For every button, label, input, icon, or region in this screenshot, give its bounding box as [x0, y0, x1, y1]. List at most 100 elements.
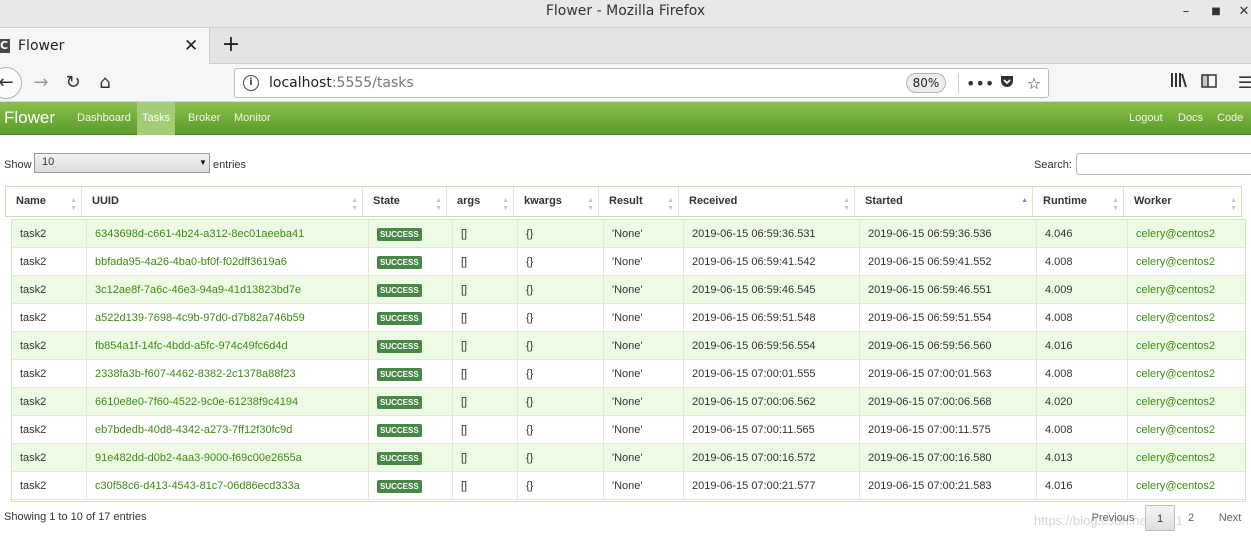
nav-tasks[interactable]: Tasks — [137, 102, 176, 135]
cell-name: task2 — [12, 388, 87, 416]
cell-worker[interactable]: celery@centos2 — [1128, 360, 1245, 388]
column-header-result[interactable]: Result ▲ ▼ — [599, 187, 679, 216]
cell-started: 2019-06-15 06:59:46.551 — [860, 276, 1037, 304]
nav-docs[interactable]: Docs — [1173, 102, 1208, 135]
cell-name: task2 — [12, 220, 87, 248]
cell-name: task2 — [12, 276, 87, 304]
cell-worker[interactable]: celery@centos2 — [1128, 220, 1245, 248]
status-badge: SUCCESS — [377, 367, 422, 381]
column-header-worker[interactable]: Worker ▲ ▼ — [1124, 187, 1241, 216]
hamburger-menu-icon[interactable]: ☰ — [1234, 72, 1251, 94]
pagination-previous[interactable]: Previous — [1088, 505, 1138, 531]
new-tab-plus-icon[interactable]: + — [220, 32, 242, 58]
cell-worker[interactable]: celery@centos2 — [1128, 248, 1245, 276]
cell-uuid[interactable]: 3c12ae8f-7a6c-46e3-94a9-41d13823bd7e — [87, 276, 369, 304]
browser-tab[interactable]: C Flower ✕ — [0, 28, 210, 64]
home-icon[interactable]: ⌂ — [92, 70, 118, 96]
cell-uuid[interactable]: 6610e8e0-7f60-4522-9c0e-61238f9c4194 — [87, 388, 369, 416]
table-info-text: Showing 1 to 10 of 17 entries — [4, 511, 147, 523]
forward-arrow-icon[interactable]: → — [28, 70, 54, 96]
cell-started: 2019-06-15 07:00:06.568 — [860, 388, 1037, 416]
column-header-state[interactable]: State ▲ ▼ — [363, 187, 447, 216]
cell-args: [] — [453, 276, 518, 304]
address-bar[interactable]: i localhost:5555/tasks 80% ••• ☆ — [234, 68, 1049, 98]
cell-uuid[interactable]: 6343698d-c661-4b24-a312-8ec01aeeba41 — [87, 220, 369, 248]
status-badge: SUCCESS — [377, 479, 422, 493]
entries-label: entries — [213, 159, 247, 171]
cell-state: SUCCESS — [369, 220, 453, 248]
pagination-next[interactable]: Next — [1212, 505, 1248, 531]
status-badge: SUCCESS — [377, 255, 422, 269]
status-badge: SUCCESS — [377, 311, 422, 325]
table-row: task2 3c12ae8f-7a6c-46e3-94a9-41d13823bd7… — [12, 276, 1245, 304]
table-row: task2 a522d139-7698-4c9b-97d0-d7b82a746b5… — [12, 304, 1245, 332]
sort-both-icon: ▲ ▼ — [351, 197, 358, 212]
nav-monitor[interactable]: Monitor — [229, 102, 276, 135]
cell-started: 2019-06-15 06:59:41.552 — [860, 248, 1037, 276]
close-tab-icon[interactable]: ✕ — [184, 36, 198, 56]
pagination-page-2[interactable]: 2 — [1180, 505, 1202, 531]
reload-icon[interactable]: ↻ — [60, 70, 86, 96]
status-badge: SUCCESS — [377, 227, 422, 241]
cell-worker[interactable]: celery@centos2 — [1128, 332, 1245, 360]
urlbar-divider — [958, 73, 959, 94]
cell-uuid[interactable]: 91e482dd-d0b2-4aa3-9000-f69c00e2655a — [87, 444, 369, 472]
status-badge: SUCCESS — [377, 423, 422, 437]
cell-uuid[interactable]: bbfada95-4a26-4ba0-bf0f-f02dff3619a6 — [87, 248, 369, 276]
cell-worker[interactable]: celery@centos2 — [1128, 416, 1245, 444]
cell-worker[interactable]: celery@centos2 — [1128, 304, 1245, 332]
column-header-runtime[interactable]: Runtime ▲ ▼ — [1033, 187, 1124, 216]
flower-favicon-icon: C — [0, 39, 10, 53]
cell-state: SUCCESS — [369, 332, 453, 360]
column-header-args[interactable]: args ▲ ▼ — [447, 187, 514, 216]
page-length-value: 10 — [42, 156, 55, 168]
nav-broker[interactable]: Broker — [183, 102, 225, 135]
maximize-icon[interactable]: ■ — [1206, 2, 1226, 22]
column-header-uuid[interactable]: UUID ▲ ▼ — [82, 187, 363, 216]
column-header-started[interactable]: Started ▲ — [855, 187, 1033, 216]
sidebar-toggle-icon[interactable] — [1198, 72, 1220, 94]
close-window-icon[interactable]: ✕ — [1234, 2, 1251, 22]
cell-state: SUCCESS — [369, 276, 453, 304]
minimize-icon[interactable]: – — [1176, 2, 1196, 22]
column-header-kwargs[interactable]: kwargs ▲ ▼ — [514, 187, 599, 216]
cell-state: SUCCESS — [369, 388, 453, 416]
cell-result: 'None' — [604, 416, 684, 444]
back-arrow-icon[interactable]: ← — [0, 67, 22, 99]
zoom-level-badge[interactable]: 80% — [906, 73, 946, 93]
cell-uuid[interactable]: 2338fa3b-f607-4462-8382-2c1378a88f23 — [87, 360, 369, 388]
cell-worker[interactable]: celery@centos2 — [1128, 388, 1245, 416]
cell-worker[interactable]: celery@centos2 — [1128, 276, 1245, 304]
search-input[interactable] — [1076, 153, 1251, 175]
column-kwargs-label: kwargs — [524, 195, 562, 207]
status-badge: SUCCESS — [377, 283, 422, 297]
site-info-icon[interactable]: i — [243, 75, 259, 91]
table-row: task2 eb7bdedb-40d8-4342-a273-7ff12f30fc9… — [12, 416, 1245, 444]
nav-dashboard[interactable]: Dashboard — [72, 102, 136, 135]
cell-uuid[interactable]: c30f58c6-d413-4543-81c7-06d86ecd333a — [87, 472, 369, 500]
library-icon[interactable] — [1168, 72, 1190, 94]
flower-brand[interactable]: Flower — [4, 108, 55, 128]
pocket-icon[interactable] — [996, 73, 1018, 95]
cell-received: 2019-06-15 06:59:51.548 — [684, 304, 860, 332]
cell-uuid[interactable]: eb7bdedb-40d8-4342-a273-7ff12f30fc9d — [87, 416, 369, 444]
pagination-page-1[interactable]: 1 — [1145, 505, 1175, 531]
flower-navbar: Flower Dashboard Tasks Broker Monitor Lo… — [0, 102, 1251, 135]
url-text[interactable]: localhost:5555/tasks — [269, 75, 414, 91]
column-header-received[interactable]: Received ▲ ▼ — [679, 187, 855, 216]
nav-logout[interactable]: Logout — [1124, 102, 1168, 135]
column-header-name[interactable]: Name ▲ ▼ — [6, 187, 82, 216]
page-actions-menu-icon[interactable]: ••• — [966, 73, 994, 95]
page-length-select[interactable]: 10 ▼ — [34, 153, 210, 173]
cell-result: 'None' — [604, 220, 684, 248]
cell-uuid[interactable]: a522d139-7698-4c9b-97d0-d7b82a746b59 — [87, 304, 369, 332]
cell-state: SUCCESS — [369, 304, 453, 332]
cell-uuid[interactable]: fb854a1f-14fc-4bdd-a5fc-974c49fc6d4d — [87, 332, 369, 360]
cell-state: SUCCESS — [369, 248, 453, 276]
sort-both-icon: ▲ ▼ — [587, 197, 594, 212]
nav-code[interactable]: Code — [1212, 102, 1248, 135]
cell-worker[interactable]: celery@centos2 — [1128, 444, 1245, 472]
column-state-label: State — [373, 195, 400, 207]
cell-worker[interactable]: celery@centos2 — [1128, 472, 1245, 500]
bookmark-star-icon[interactable]: ☆ — [1023, 73, 1045, 95]
